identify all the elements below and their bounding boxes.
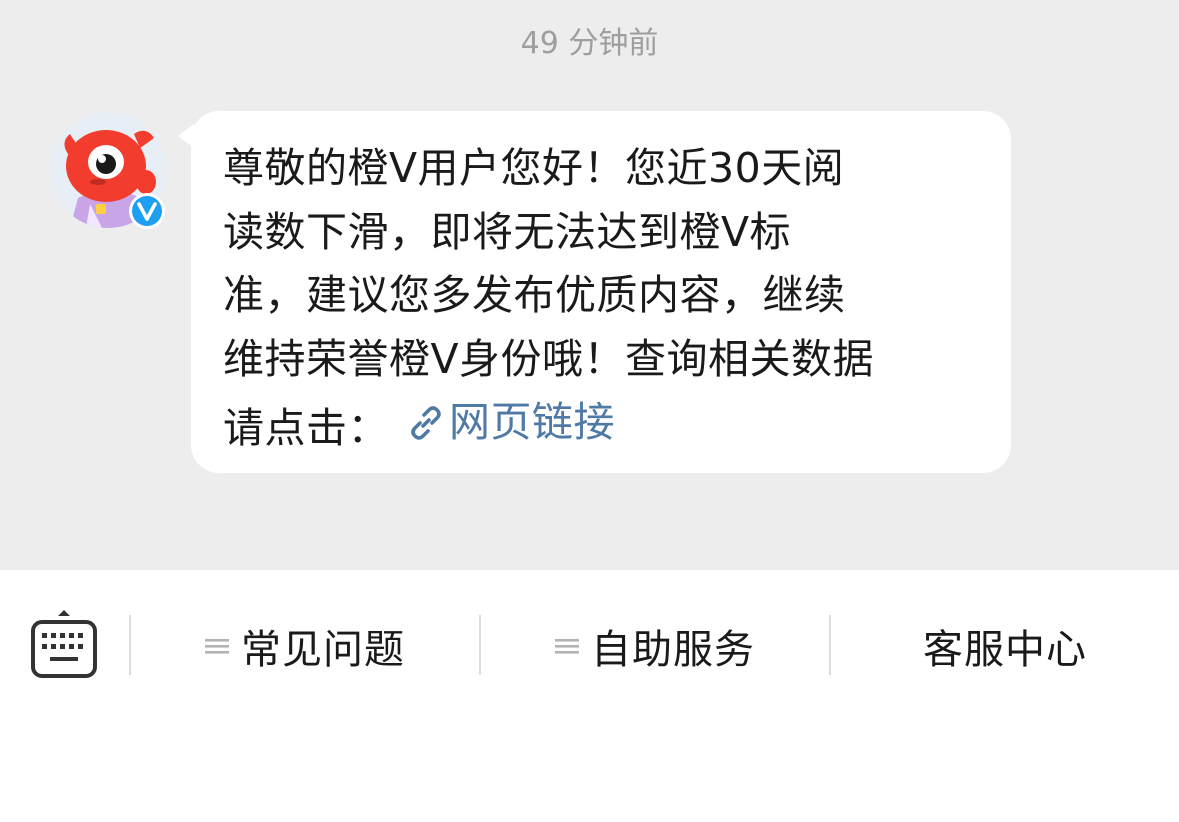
message-line-last: 请点击： 网页链接 [223,391,991,460]
web-link[interactable]: 网页链接 [407,391,615,455]
link-prefix-text: 请点击： [223,403,389,452]
message-line: 准，建议您多发布优质内容，继续 [223,271,846,319]
faq-button[interactable]: 常见问题 [131,615,479,677]
self-service-button-label: 自助服务 [591,627,755,673]
keyboard-toggle-button[interactable] [28,608,100,682]
keyboard-icon [31,610,97,678]
message-line: 读数下滑，即将无法达到橙Ⅴ标 [223,207,792,256]
menu-icon [205,639,229,654]
avatar[interactable] [50,112,166,229]
customer-service-button-label: 客服中心 [923,627,1087,673]
customer-service-button[interactable]: 客服中心 [831,615,1179,677]
faq-button-label: 常见问题 [241,627,405,673]
message-line: 尊敬的橙Ⅴ用户您好！您近30天阅 [223,144,845,192]
link-icon [411,405,441,440]
message-line: 维持荣誉橙Ⅴ身份哦！查询相关数据 [223,334,875,383]
verified-badge-icon [129,193,165,229]
menu-icon [555,639,579,654]
bottom-toolbar [0,570,1179,822]
link-label: 网页链接 [449,398,615,446]
self-service-button[interactable]: 自助服务 [481,615,829,677]
message-timestamp: 49 分钟前 [520,26,659,61]
message-bubble: 尊敬的橙Ⅴ用户您好！您近30天阅 读数下滑，即将无法达到橙Ⅴ标 准，建议您多发布… [191,111,1011,473]
